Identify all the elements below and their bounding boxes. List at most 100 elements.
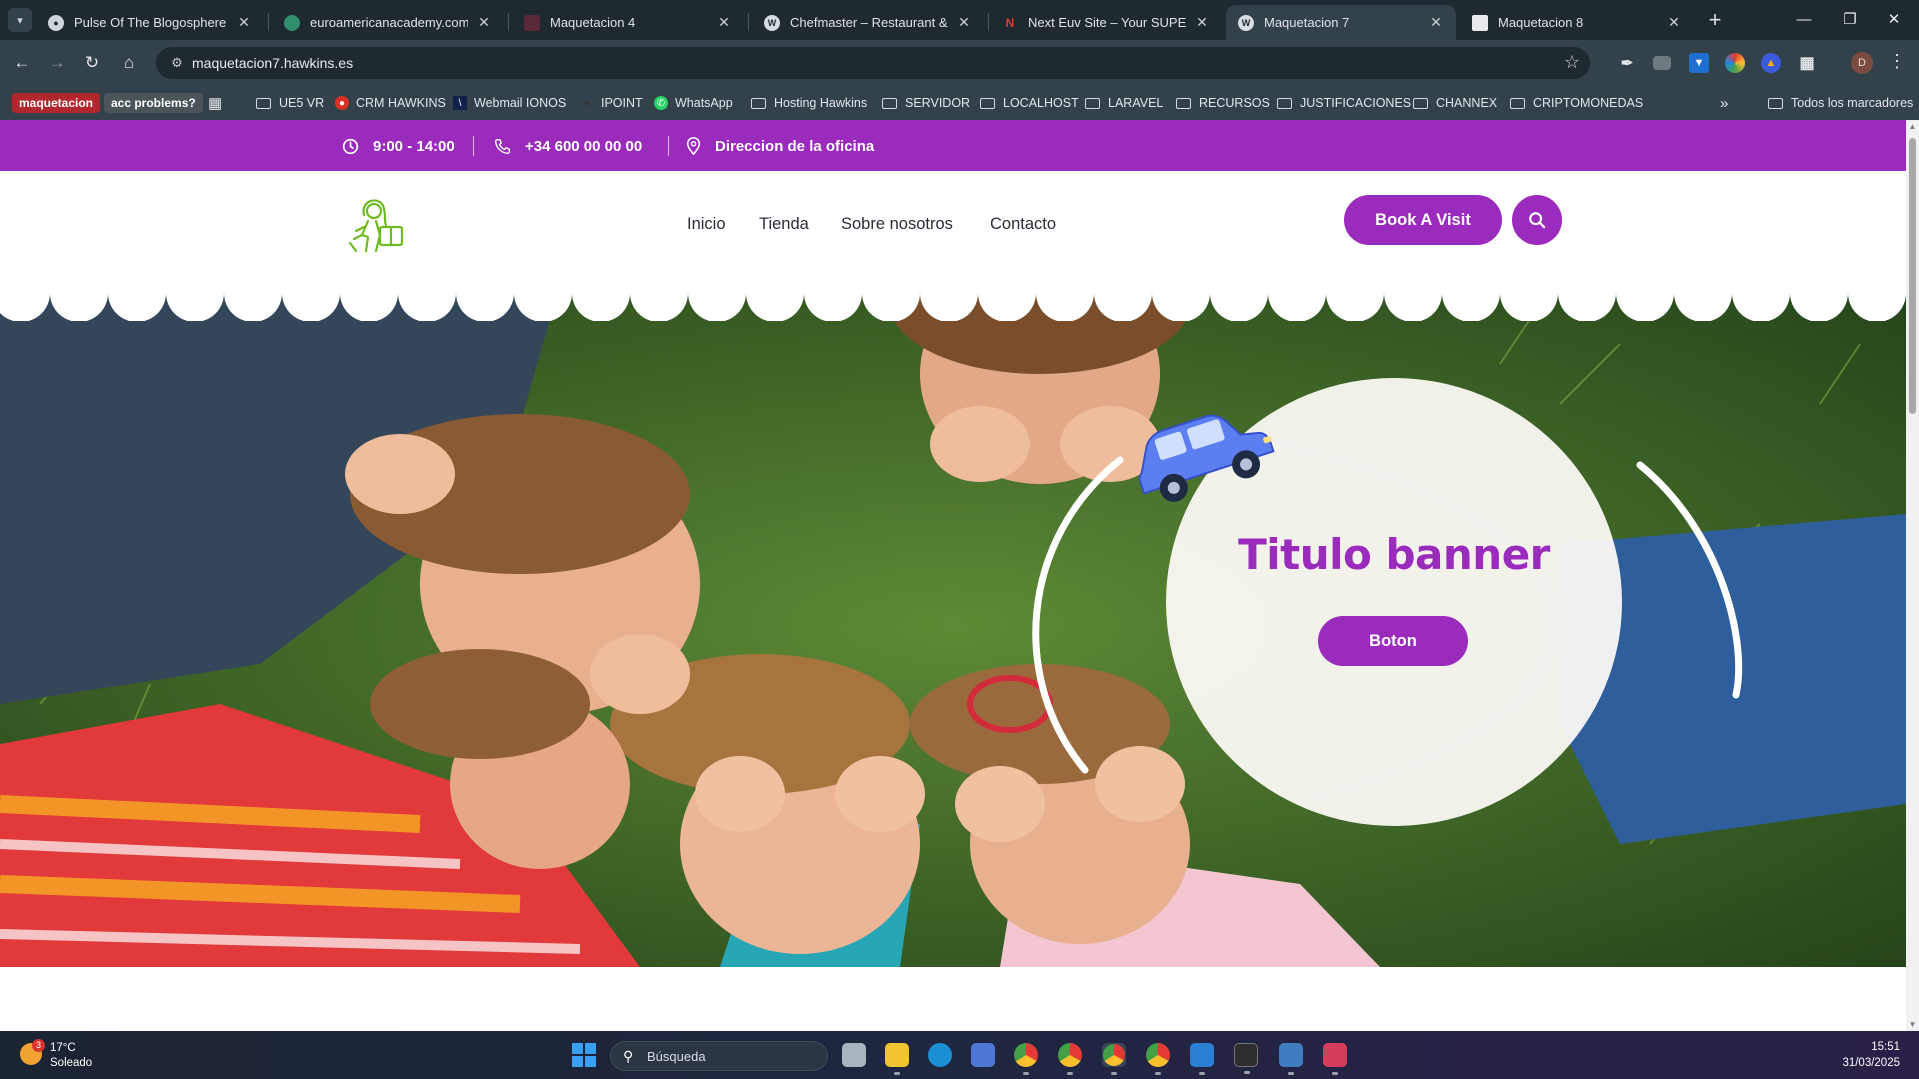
banner-button[interactable]: Boton [1318,616,1468,666]
girl-reading-logo-icon[interactable] [342,191,406,253]
nav-link-sobre-nosotros[interactable]: Sobre nosotros [841,215,953,234]
nav-link-tienda[interactable]: Tienda [759,215,809,234]
taskbar-search-box[interactable]: ⚲ Búsqueda [610,1041,828,1071]
close-icon[interactable]: ✕ [716,14,732,31]
tab-title: euroamericanacademy.com – el [310,15,468,30]
scrollbar-thumb[interactable] [1909,138,1916,414]
tab-title: Maquetacion 4 [550,15,636,30]
network-app-icon[interactable] [1279,1043,1303,1075]
close-icon[interactable]: ✕ [956,14,972,31]
bookmark-label: CRIPTOMONEDAS [1533,96,1644,110]
apps-grid-icon[interactable]: ▦ [208,92,222,114]
bookmark-folder-hosting[interactable]: Hosting Hawkins [751,92,867,114]
minimize-icon[interactable]: — [1782,6,1826,34]
window-close-icon[interactable]: ✕ [1872,6,1916,34]
vscode-icon[interactable] [1190,1043,1214,1075]
close-icon[interactable]: ✕ [476,14,492,31]
new-tab-button[interactable]: + [1702,8,1728,34]
bookmark-acc-problems[interactable]: acc problems? [104,93,203,113]
more-bookmarks-icon[interactable]: » [1720,92,1728,114]
tab-maquetacion-8[interactable]: Maquetacion 8 ✕ [1460,5,1694,40]
chrome-active-window-icon[interactable] [1102,1043,1126,1075]
hours-text: 9:00 - 14:00 [373,137,455,155]
clock-icon [342,138,359,154]
wordpress-icon: W [1238,14,1254,31]
folder-icon [1510,97,1525,109]
home-icon[interactable]: ⌂ [115,49,143,77]
bookmark-folder-criptomonedas[interactable]: CRIPTOMONEDAS [1510,92,1643,114]
site-header: Inicio Tienda Sobre nosotros Contacto Bo… [0,171,1906,291]
phone-text[interactable]: +34 600 00 00 00 [525,138,642,155]
clock-date[interactable]: 31/03/2025 [1820,1057,1900,1069]
tab-search-icon[interactable]: ▾ [8,8,32,32]
bookmark-folder-recursos[interactable]: RECURSOS [1176,92,1270,114]
bookmark-folder-servidor[interactable]: SERVIDOR [882,92,970,114]
all-bookmarks-folder[interactable]: Todos los marcadores [1768,92,1913,114]
drive-extension-icon[interactable]: ▲ [1761,53,1781,73]
weather-temperature[interactable]: 17°C [50,1042,76,1054]
site-search-button[interactable] [1512,195,1562,245]
tab-maquetacion-4[interactable]: Maquetacion 4 ✕ [512,5,744,40]
site-info-icon[interactable]: ⚙ [168,54,186,72]
restore-icon[interactable]: ❐ [1828,6,1872,34]
folder-icon [1085,97,1100,109]
forward-icon[interactable]: → [43,49,71,77]
bookmark-webmail-ionos[interactable]: \ Webmail IONOS [453,92,566,114]
address-text[interactable]: Direccion de la oficina [715,138,874,155]
url-text[interactable]: maquetacion7.hawkins.es [192,55,353,71]
address-bar[interactable]: ⚙ maquetacion7.hawkins.es ☆ [156,47,1590,79]
camera-icon[interactable] [1653,56,1671,70]
weather-condition[interactable]: Soleado [50,1057,92,1069]
bookmark-folder-localhost[interactable]: LOCALHOST [980,92,1079,114]
scroll-down-icon[interactable]: ▼ [1908,1020,1917,1029]
globe-icon: ● [48,14,64,31]
close-icon[interactable]: ✕ [1194,14,1210,31]
tab-next-euv[interactable]: N Next Euv Site – Your SUPER-po ✕ [990,5,1222,40]
search-icon: ⚲ [623,1048,634,1064]
microsoft-store-icon[interactable] [971,1043,995,1067]
extensions-puzzle-icon[interactable]: ▦ [1797,53,1817,73]
bookmark-folder-ue5vr[interactable]: UE5 VR [256,92,324,114]
file-explorer-icon[interactable] [885,1043,909,1075]
reload-icon[interactable]: ↻ [78,49,106,77]
scroll-up-icon[interactable]: ▲ [1908,122,1917,131]
phone-contact[interactable]: +34 600 00 00 00 [494,136,642,156]
book-a-visit-button[interactable]: Book A Visit [1344,195,1502,245]
filezilla-icon[interactable] [1323,1043,1347,1075]
bookmark-folder-channex[interactable]: CHANNEX [1413,92,1497,114]
chrome-secondary-icon[interactable] [1146,1043,1170,1075]
clock-time[interactable]: 15:51 [1840,1041,1900,1053]
office-address[interactable]: Direccion de la oficina [686,136,874,156]
site-icon [524,14,540,31]
topbar-divider [668,136,669,156]
bookmark-maquetacion[interactable]: maquetacion [12,93,101,113]
close-icon[interactable]: ✕ [236,14,252,31]
terminal-icon[interactable] [1234,1043,1258,1074]
bookmark-crm-hawkins[interactable]: ● CRM HAWKINS [335,92,446,114]
chrome-profile-icon[interactable] [1058,1043,1082,1075]
task-view-icon[interactable] [842,1043,866,1067]
bookmark-whatsapp[interactable]: ✆ WhatsApp [654,92,733,114]
nav-link-contacto[interactable]: Contacto [990,215,1056,234]
bookmark-ipoint[interactable]: ● IPOINT [580,92,643,114]
browser-menu-icon[interactable]: ⋮ [1888,51,1906,72]
bookmark-folder-justificaciones[interactable]: JUSTIFICACIONES [1277,92,1411,114]
eyedropper-icon[interactable]: ✒ [1617,53,1637,73]
color-extension-icon[interactable] [1725,53,1745,73]
nav-link-inicio[interactable]: Inicio [687,215,726,234]
tab-maquetacion-7[interactable]: W Maquetacion 7 ✕ [1226,5,1456,40]
edge-browser-icon[interactable] [928,1043,952,1067]
profile-avatar[interactable]: D [1851,52,1873,74]
windows-start-icon[interactable] [572,1043,596,1067]
chrome-icon[interactable] [1014,1043,1038,1075]
close-icon[interactable]: ✕ [1428,14,1444,31]
close-icon[interactable]: ✕ [1666,14,1682,31]
back-icon[interactable]: ← [8,49,36,77]
tab-pulse[interactable]: ● Pulse Of The Blogosphere ✕ [36,5,264,40]
bookmark-star-icon[interactable]: ☆ [1564,52,1580,73]
shield-extension-icon[interactable]: ▼ [1689,53,1709,73]
tab-chefmaster[interactable]: W Chefmaster – Restaurant & Coff ✕ [752,5,984,40]
page-scrollbar[interactable]: ▲ ▼ [1906,120,1919,1031]
bookmark-folder-laravel[interactable]: LARAVEL [1085,92,1163,114]
tab-euroamerican[interactable]: euroamericanacademy.com – el ✕ [272,5,504,40]
